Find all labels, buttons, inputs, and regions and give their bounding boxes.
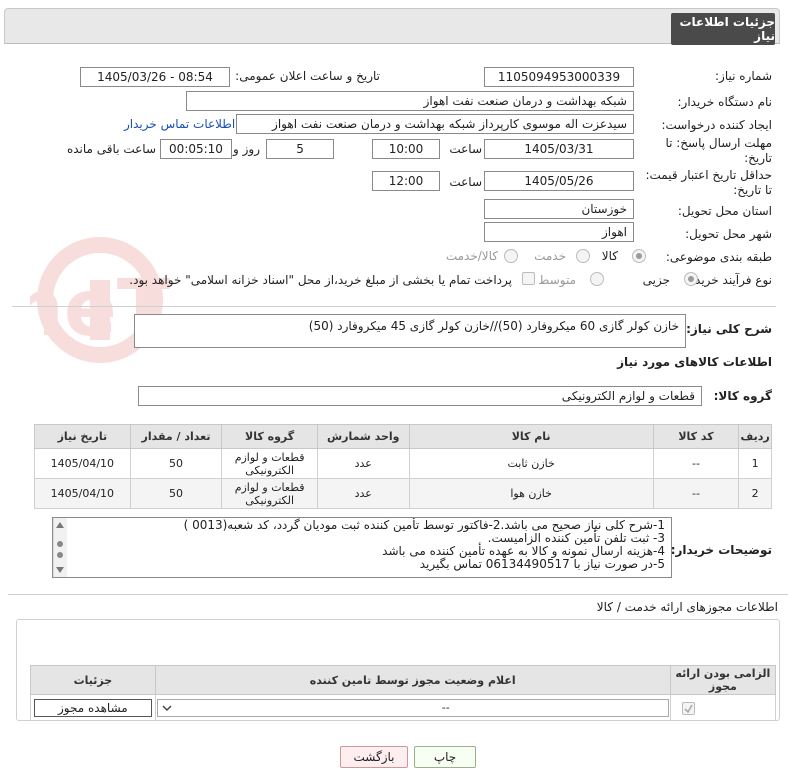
goods-section-title: اطلاعات کالاهای مورد نیاز [617, 355, 772, 369]
validity-time-label: ساعت [449, 175, 482, 189]
creator-label: ایجاد کننده درخواست: [661, 118, 772, 132]
cell-required [669, 694, 777, 721]
cell-name: خازن هوا [408, 478, 654, 509]
validity-label-2: تا تاریخ: [733, 183, 772, 197]
goods-group-label: گروه کالا: [713, 389, 772, 403]
treasury-payment-label: پرداخت تمام یا بخشی از مبلغ خرید،از محل … [129, 273, 512, 287]
col-name: نام کالا [408, 424, 654, 449]
col-code: کد کالا [652, 424, 740, 449]
note-line-4: 5-در صورت نیاز با 06134490517 تماس بگیری… [419, 557, 665, 571]
cell-unit: عدد [316, 448, 410, 479]
deadline-time-label: ساعت [449, 142, 482, 156]
validity-time-field: 12:00 [372, 171, 440, 191]
city-label: شهر محل تحویل: [685, 227, 772, 241]
divider [12, 306, 776, 307]
cell-group: قطعات و لوازم الکترونیکی [221, 478, 318, 509]
category-label: طبقه بندی موضوعی: [665, 250, 772, 264]
cell-row: 1 [738, 448, 772, 479]
city-field: اهواز [484, 222, 634, 242]
table-row: -- مشاهده مجوز [30, 694, 777, 721]
process-medium-radio[interactable] [590, 272, 604, 286]
cell-name: خازن ثابت [408, 448, 654, 479]
summary-field: خازن کولر گازی 60 میکروفارد (50)//خازن ک… [134, 314, 686, 348]
col-status: اعلام وضعیت مجوز توسط تامین کننده [154, 665, 671, 695]
check-icon [684, 704, 693, 713]
cell-status: -- [154, 694, 671, 721]
page-title: جزئیات اطلاعات نیاز [671, 13, 775, 45]
buyer-field: شبکه بهداشت و درمان صنعت نفت اهواز [186, 91, 634, 111]
announce-label: تاریخ و ساعت اعلان عمومی: [235, 69, 380, 83]
license-status-value: -- [441, 701, 450, 714]
cell-row: 2 [738, 478, 772, 509]
cell-date: 1405/04/10 [34, 478, 131, 509]
col-details: جزئیات [30, 665, 156, 695]
category-goods-label: کالا [601, 249, 618, 263]
deadline-label-2: تاریخ: [744, 151, 772, 165]
process-minor-label: جزیی [642, 273, 670, 287]
cell-group: قطعات و لوازم الکترونیکی [221, 448, 318, 479]
buyer-label: نام دستگاه خریدار: [677, 95, 773, 109]
deadline-time-field: 10:00 [372, 139, 440, 159]
header-bar: جزئیات اطلاعات نیاز [4, 8, 780, 45]
remaining-field: 00:05:10 [160, 139, 232, 159]
buyer-notes-box: 1-شرح کلی نیاز صحیح می باشد.2-فاکتور توس… [52, 517, 672, 578]
view-license-button[interactable]: مشاهده مجوز [33, 698, 152, 717]
need-number-label: شماره نیاز: [715, 69, 772, 83]
need-number-field: 1105094953000339 [484, 67, 634, 87]
required-license-checkbox[interactable] [682, 701, 695, 715]
process-label: نوع فرآیند خرید : [687, 273, 772, 287]
category-service-label: خدمت [534, 249, 566, 263]
validity-date-field: 1405/05/26 [484, 171, 634, 191]
notes-scrollbar[interactable] [53, 518, 67, 577]
goods-group-field: قطعات و لوازم الکترونیکی [138, 386, 702, 406]
table-row: 1 -- خازن ثابت عدد قطعات و لوازم الکترون… [34, 448, 772, 479]
remaining-label: ساعت باقی مانده [66, 142, 156, 156]
days-label: روز و [233, 142, 260, 156]
deadline-date-field: 1405/03/31 [484, 139, 634, 159]
scrollbar-arrows-icon [56, 522, 64, 573]
category-goods-radio[interactable] [632, 249, 646, 263]
category-both-radio[interactable] [504, 249, 518, 263]
watermark-logo: AriaTender.neT [30, 237, 170, 363]
category-service-radio[interactable] [576, 249, 590, 263]
cell-details: مشاهده مجوز [30, 694, 156, 721]
col-row: ردیف [738, 424, 772, 449]
days-field: 5 [266, 139, 334, 159]
print-button[interactable]: چاپ [414, 746, 476, 768]
divider [8, 594, 788, 595]
col-group: گروه کالا [221, 424, 318, 449]
cell-qty: 50 [129, 448, 223, 479]
col-required: الزامی بودن ارائه مجوز [669, 665, 777, 695]
back-button[interactable]: بازگشت [340, 746, 408, 768]
announce-field: 1405/03/26 - 08:54 [80, 67, 230, 87]
col-date: تاریخ نیاز [34, 424, 131, 449]
licenses-title: اطلاعات مجوزهای ارائه خدمت / کالا [596, 600, 778, 614]
deadline-label: مهلت ارسال پاسخ: تا [665, 136, 772, 150]
province-field: خوزستان [484, 199, 634, 219]
treasury-payment-checkbox[interactable] [522, 272, 535, 285]
cell-qty: 50 [129, 478, 223, 509]
col-unit: واحد شمارش [316, 424, 410, 449]
cell-code: -- [652, 448, 740, 479]
category-both-label: کالا/خدمت [445, 249, 498, 263]
buyer-notes-label: توضیحات خریدار: [670, 543, 772, 557]
creator-field: سیدعزت اله موسوی کارپرداز شبکه بهداشت و … [236, 114, 634, 134]
cell-date: 1405/04/10 [34, 448, 131, 479]
table-row: 2 -- خازن هوا عدد قطعات و لوازم الکترونی… [34, 478, 772, 509]
cell-unit: عدد [316, 478, 410, 509]
chevron-down-icon [162, 704, 172, 711]
goods-table: ردیف کد کالا نام کالا واحد شمارش گروه کا… [34, 424, 772, 509]
col-qty: تعداد / مقدار [129, 424, 223, 449]
province-label: استان محل تحویل: [677, 204, 772, 218]
process-minor-radio[interactable] [684, 272, 698, 286]
summary-label: شرح کلی نیاز: [686, 322, 772, 336]
licenses-table: الزامی بودن ارائه مجوز اعلام وضعیت مجوز … [30, 665, 777, 721]
process-medium-label: متوسط [538, 273, 576, 287]
license-status-select[interactable]: -- [156, 698, 669, 717]
validity-label: حداقل تاریخ اعتبار قیمت: [645, 168, 772, 182]
buyer-contact-link[interactable]: اطلاعات تماس خریدار [124, 117, 235, 131]
cell-code: -- [652, 478, 740, 509]
